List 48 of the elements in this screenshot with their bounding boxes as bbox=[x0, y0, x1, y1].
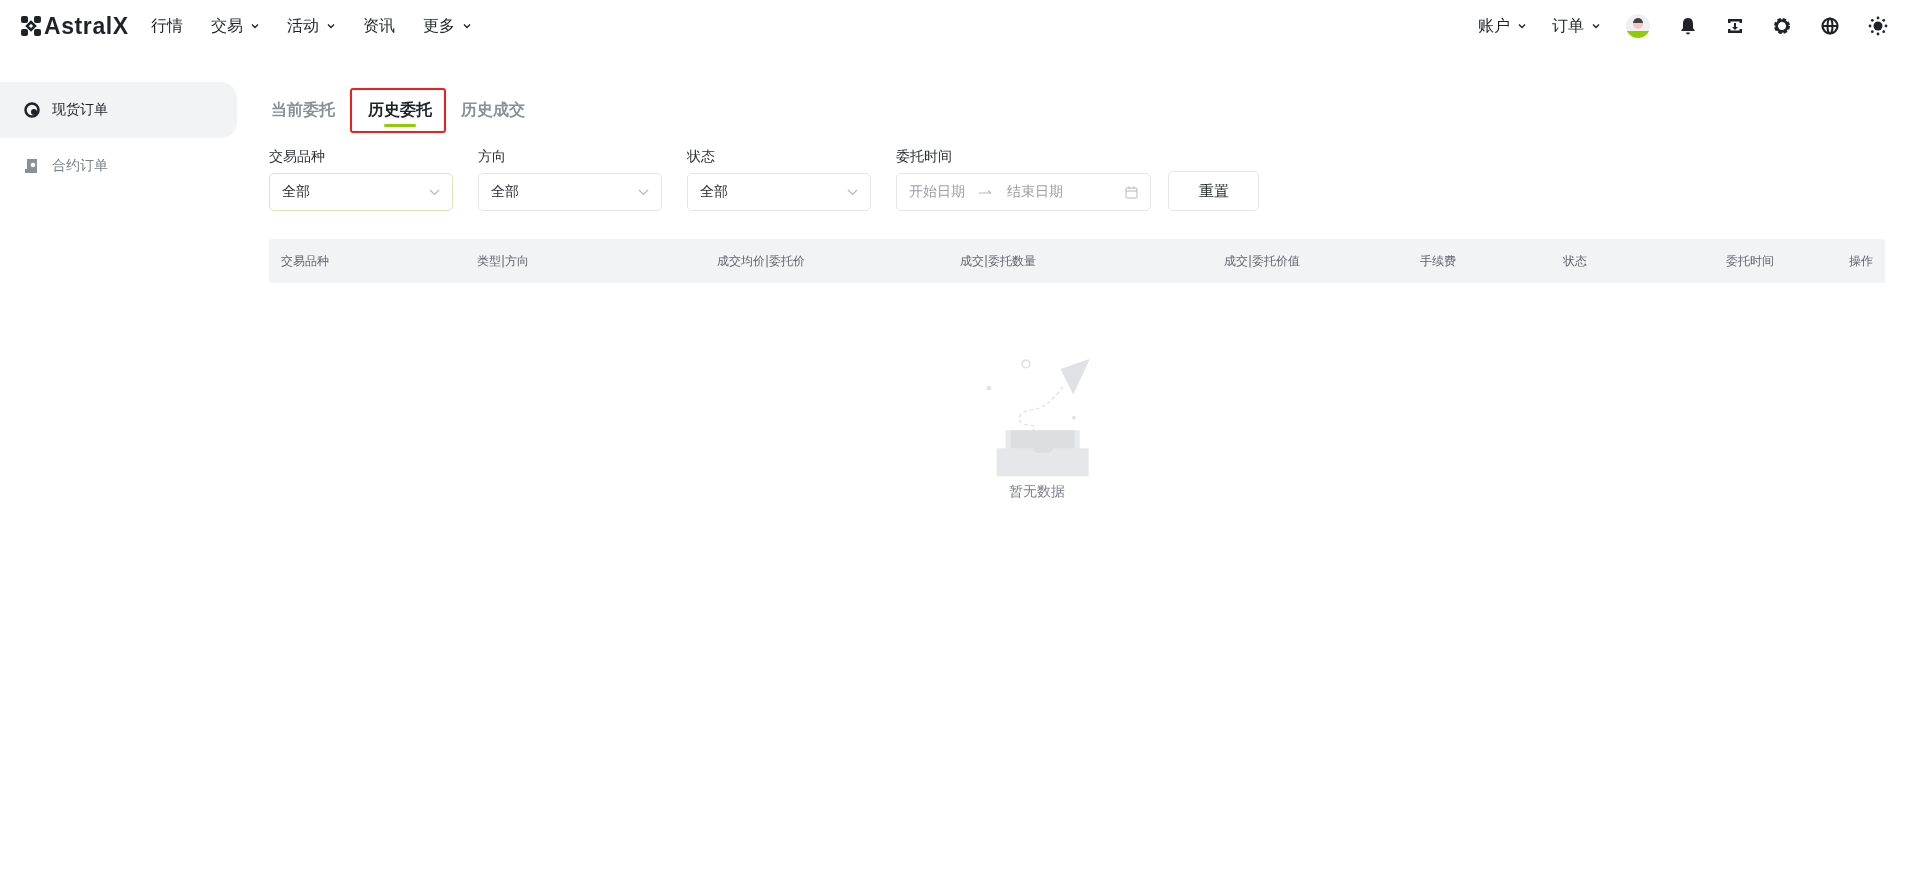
column-header: 交易品种 bbox=[281, 252, 330, 270]
filter-label: 交易品种 bbox=[269, 148, 326, 166]
column-header: 成交|委托价值 bbox=[1224, 252, 1302, 270]
select-field[interactable]: 全部 bbox=[687, 173, 871, 211]
select-field[interactable]: 全部 bbox=[269, 173, 453, 211]
empty-state-text: 暂无数据 bbox=[1009, 483, 1065, 501]
column-header: 成交|委托数量 bbox=[960, 252, 1038, 270]
chevron-down-icon bbox=[429, 188, 440, 196]
nav-link[interactable]: 更多 bbox=[422, 15, 471, 37]
document-icon bbox=[24, 158, 40, 174]
arrow-right-icon bbox=[979, 189, 993, 195]
chevron-down-icon bbox=[638, 188, 649, 196]
nav-link[interactable]: 行情 bbox=[150, 15, 183, 37]
download-icon[interactable] bbox=[1726, 17, 1744, 35]
coin-icon bbox=[24, 102, 40, 118]
column-header: 类型|方向 bbox=[477, 252, 531, 270]
sidebar-item[interactable]: 现货订单 bbox=[0, 82, 237, 138]
logo-text[interactable]: AstralX bbox=[44, 12, 129, 40]
chevron-down-icon bbox=[1592, 23, 1600, 29]
nav-link[interactable]: 资讯 bbox=[362, 15, 395, 37]
column-header: 成交均价|委托价 bbox=[717, 252, 807, 270]
sun-icon[interactable] bbox=[1868, 16, 1888, 36]
reset-button[interactable]: 重置 bbox=[1168, 171, 1259, 211]
column-header: 状态 bbox=[1563, 252, 1588, 270]
logo-icon bbox=[20, 15, 42, 37]
settings-icon[interactable] bbox=[1772, 16, 1792, 36]
chevron-down-icon bbox=[1518, 23, 1526, 29]
bell-icon[interactable] bbox=[1678, 16, 1698, 36]
chevron-down-icon bbox=[250, 23, 259, 29]
sidebar-item[interactable]: 合约订单 bbox=[0, 138, 237, 194]
filter-label: 状态 bbox=[687, 148, 716, 166]
avatar-icon[interactable] bbox=[1626, 14, 1650, 38]
nav-link[interactable]: 账户 bbox=[1478, 15, 1526, 37]
filter-label: 委托时间 bbox=[896, 148, 953, 166]
nav-link[interactable]: 订单 bbox=[1552, 15, 1600, 37]
select-field[interactable]: 全部 bbox=[478, 173, 662, 211]
chevron-down-icon bbox=[847, 188, 858, 196]
chevron-down-icon bbox=[462, 23, 471, 29]
filter-label: 方向 bbox=[478, 148, 507, 166]
column-header: 操作 bbox=[1849, 252, 1873, 270]
tab[interactable]: 历史委托 bbox=[350, 87, 446, 133]
calendar-icon bbox=[1125, 185, 1138, 199]
nav-link[interactable]: 活动 bbox=[286, 15, 335, 37]
globe-icon[interactable] bbox=[1820, 16, 1840, 36]
nav-link[interactable]: 交易 bbox=[210, 15, 259, 37]
chevron-down-icon bbox=[326, 23, 335, 29]
column-header: 委托时间 bbox=[1726, 252, 1775, 270]
column-header: 手续费 bbox=[1420, 252, 1457, 270]
